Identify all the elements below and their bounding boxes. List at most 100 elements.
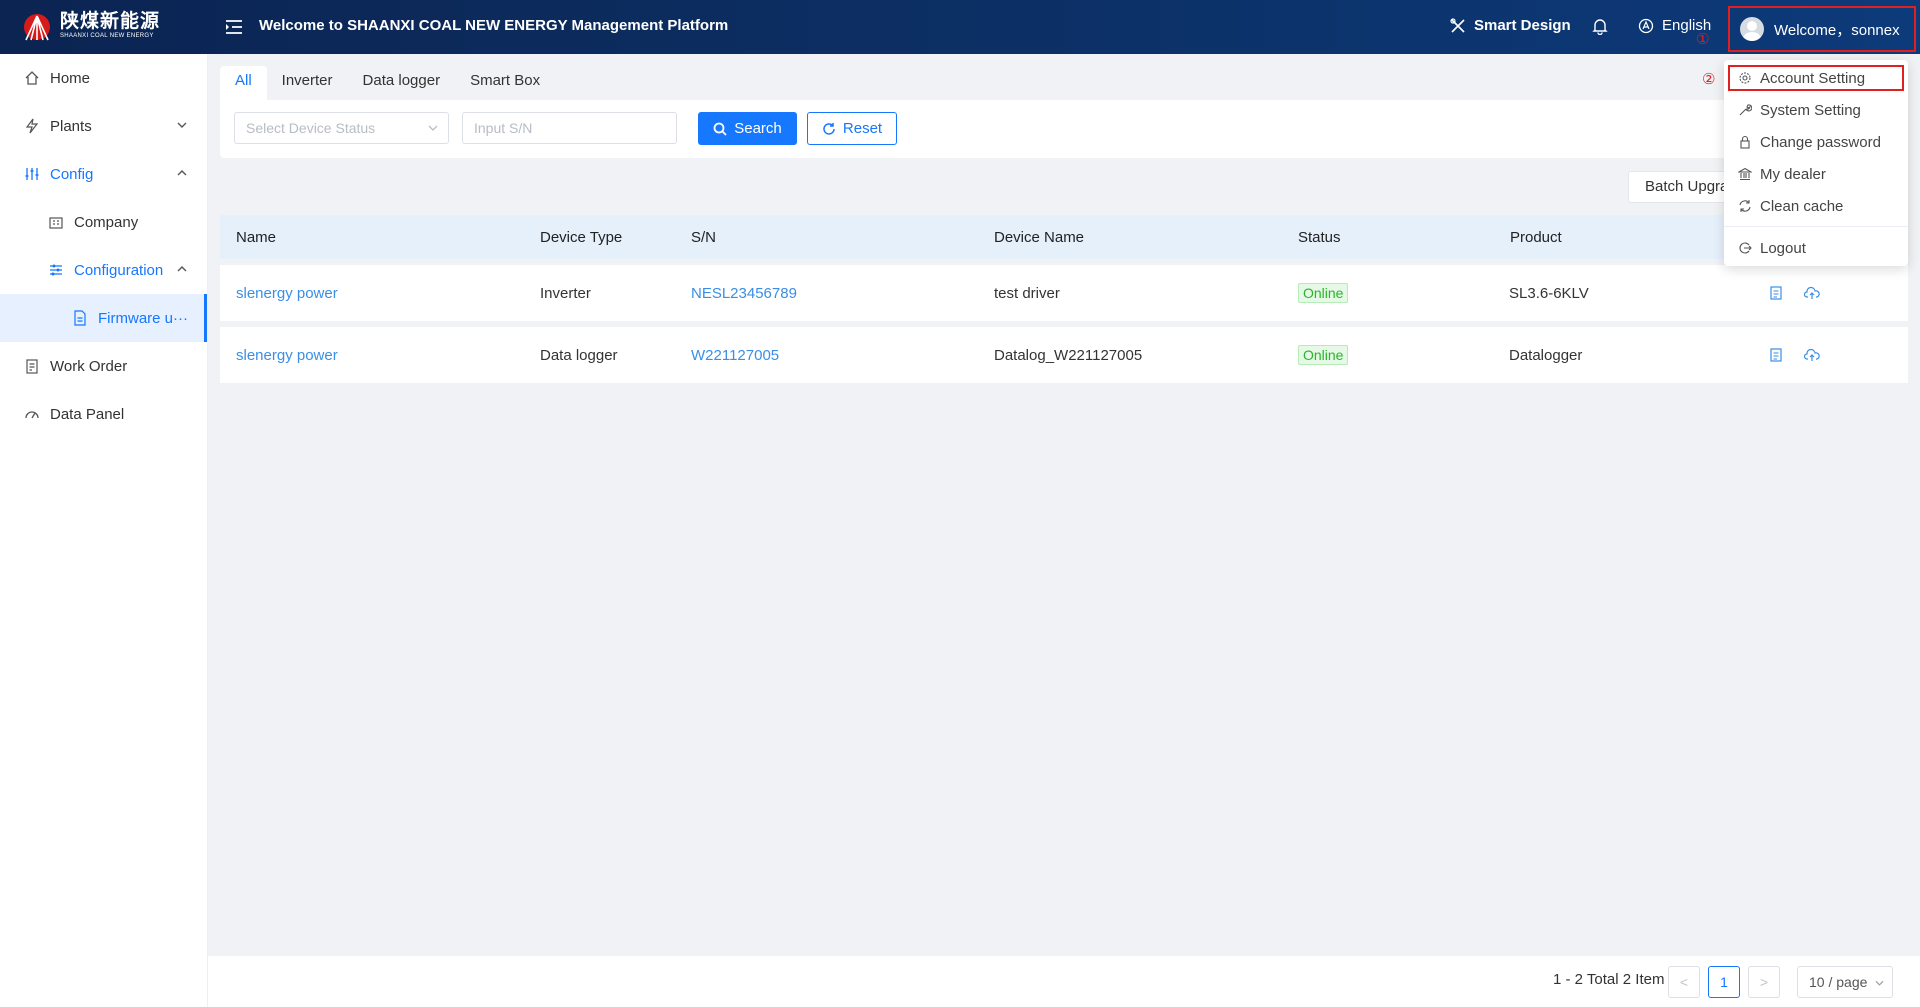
sidebar-item-company[interactable]: Company [0, 198, 207, 246]
lightning-icon [25, 118, 39, 134]
menu-item-change-password[interactable]: Change password [1724, 128, 1908, 156]
language-icon [1638, 18, 1654, 33]
product-cell: Datalogger [1509, 346, 1583, 364]
chevron-down-icon [177, 122, 187, 128]
chevron-up-icon [177, 266, 187, 272]
sidebar-item-config[interactable]: Config [0, 150, 207, 198]
search-button[interactable]: Search [698, 112, 797, 145]
menu-item-label: Account Setting [1760, 69, 1866, 87]
menu-item-system-setting[interactable]: System Setting [1724, 96, 1908, 124]
col-header-product: Product [1510, 228, 1562, 246]
sidebar-item-label: Work Order [50, 357, 128, 375]
sidebar-item-home[interactable]: Home [0, 54, 207, 102]
sidebar-item-label: Configuration [74, 261, 164, 279]
device-status-placeholder: Select Device Status [246, 120, 376, 136]
device-name-cell: Datalog_W221127005 [994, 346, 1143, 364]
sidebar-item-label: Home [50, 69, 91, 87]
avatar [1740, 17, 1764, 41]
tab-smart-box[interactable]: Smart Box [455, 66, 555, 100]
cloud-upload-icon[interactable] [1804, 285, 1820, 301]
smart-design-label: Smart Design [1474, 17, 1571, 34]
pagination-total: 1 - 2 Total 2 Item [1553, 971, 1665, 988]
status-badge: Online [1298, 345, 1349, 365]
device-type-tabs: All Inverter Data logger Smart Box [220, 66, 555, 100]
sliders-icon [25, 168, 39, 180]
top-header: 陕煤新能源 SHAANXI COAL NEW ENERGY Welcome to… [0, 0, 1920, 54]
prev-page-button[interactable]: < [1668, 966, 1700, 998]
welcome-text: Welcome，sonnex [1774, 21, 1900, 39]
sn-input[interactable]: Input S/N [462, 112, 677, 144]
col-header-device-name: Device Name [994, 228, 1085, 246]
notification-button[interactable] [1592, 17, 1608, 35]
logo-mark-icon [24, 14, 50, 41]
cloud-upload-icon[interactable] [1804, 347, 1820, 363]
page-number-button[interactable]: 1 [1708, 966, 1740, 998]
col-header-status: Status [1298, 228, 1341, 246]
reset-button-label: Reset [842, 120, 883, 137]
brand-logo[interactable]: 陕煤新能源 SHAANXI COAL NEW ENERGY [22, 10, 160, 42]
menu-fold-icon[interactable] [224, 16, 244, 38]
next-page-button[interactable]: > [1748, 966, 1780, 998]
gauge-icon [25, 411, 39, 419]
col-header-sn: S/N [691, 228, 717, 246]
device-status-select[interactable]: Select Device Status [234, 112, 449, 144]
document-icon[interactable] [1768, 347, 1784, 363]
tools-icon [1450, 17, 1465, 33]
menu-divider [1724, 226, 1908, 227]
logout-icon [1739, 242, 1752, 254]
building-icon [49, 217, 63, 229]
logo-cn-text: 陕煤新能源 [60, 11, 161, 32]
device-name-link[interactable]: slenergy power [236, 347, 338, 364]
user-menu[interactable]: Welcome，sonnex [1728, 6, 1916, 52]
sync-icon [1739, 200, 1751, 212]
logo-en-text: SHAANXI COAL NEW ENERGY [60, 33, 154, 39]
sidebar-item-plants[interactable]: Plants [0, 102, 207, 150]
search-icon [713, 122, 727, 136]
reset-button[interactable]: Reset [807, 112, 897, 145]
filter-card: Select Device Status Input S/N Search Re… [220, 100, 1908, 158]
tab-data-logger[interactable]: Data logger [348, 66, 456, 100]
device-type-cell: Data logger [540, 346, 618, 364]
lock-icon [1740, 135, 1750, 149]
device-type-cell: Inverter [540, 284, 591, 302]
user-dropdown-menu: Account Setting System Setting Change pa… [1724, 60, 1908, 266]
sidebar-item-work-order[interactable]: Work Order [0, 342, 207, 390]
search-button-label: Search [734, 120, 782, 137]
tab-inverter[interactable]: Inverter [267, 66, 348, 100]
sidebar-item-firmware-upgrade[interactable]: Firmware u··· [0, 294, 207, 342]
page-size-label: 10 / page [1809, 974, 1868, 990]
sidebar-item-label: Data Panel [50, 405, 125, 423]
step-marker-2: ② [1702, 71, 1716, 88]
sidebar: Home Plants Config Company Configuration… [0, 54, 208, 1007]
platform-title: Welcome to SHAANXI COAL NEW ENERGY Manag… [259, 17, 729, 34]
menu-item-my-dealer[interactable]: My dealer [1724, 160, 1908, 188]
sliders-icon [50, 264, 62, 276]
document-icon[interactable] [1768, 285, 1784, 301]
menu-item-clean-cache[interactable]: Clean cache [1724, 192, 1908, 220]
page-size-select[interactable]: 10 / page [1797, 966, 1893, 998]
col-header-device-type: Device Type [540, 228, 623, 246]
menu-item-account-setting[interactable]: Account Setting [1724, 64, 1908, 92]
menu-item-label: System Setting [1760, 101, 1861, 119]
sidebar-item-label: Firmware u··· [98, 309, 188, 327]
smart-design-link[interactable]: Smart Design [1450, 17, 1571, 34]
menu-item-label: Logout [1760, 239, 1806, 257]
bank-icon [1738, 167, 1752, 181]
sidebar-item-label: Plants [50, 117, 92, 135]
menu-item-label: My dealer [1760, 165, 1826, 183]
sn-link[interactable]: NESL23456789 [691, 285, 797, 302]
gear-icon [1739, 72, 1751, 84]
logo-text: 陕煤新能源 SHAANXI COAL NEW ENERGY [60, 12, 160, 40]
chevron-down-icon [428, 125, 438, 131]
device-name-link[interactable]: slenergy power [236, 285, 338, 302]
menu-item-logout[interactable]: Logout [1724, 234, 1908, 262]
bell-icon [1592, 19, 1608, 35]
sn-link[interactable]: W221127005 [691, 347, 779, 364]
sidebar-item-configuration[interactable]: Configuration [0, 246, 207, 294]
device-table: Name Device Type S/N Device Name Status … [220, 215, 1908, 383]
table-row: slenergy power Inverter NESL23456789 tes… [220, 265, 1908, 321]
sidebar-item-label: Company [74, 213, 139, 231]
tab-all[interactable]: All [220, 66, 267, 100]
document-icon [74, 310, 86, 326]
sidebar-item-data-panel[interactable]: Data Panel [0, 390, 207, 438]
